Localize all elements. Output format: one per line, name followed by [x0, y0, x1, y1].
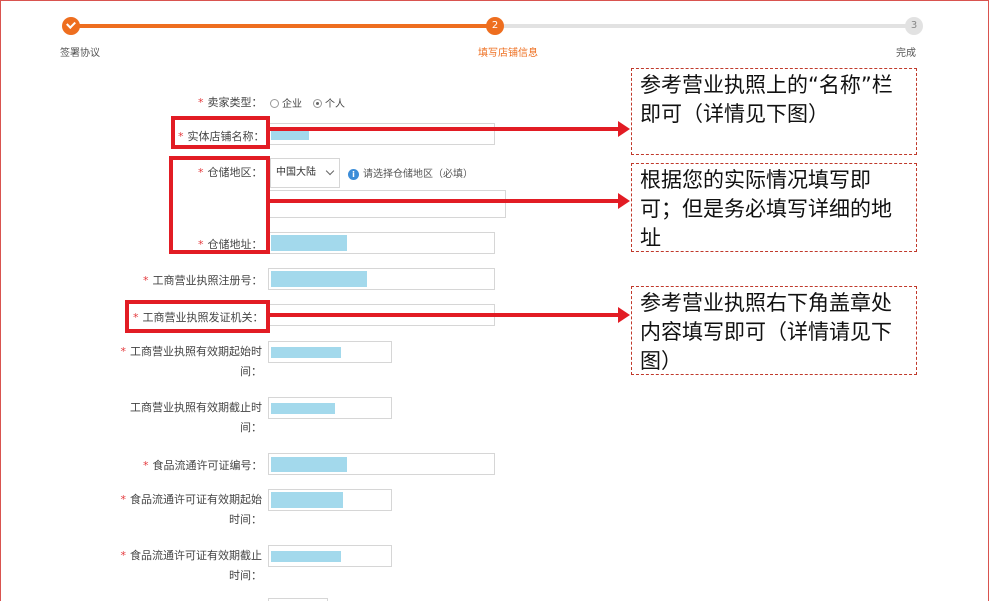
- license-number-input[interactable]: [268, 268, 495, 290]
- redacted-value: [271, 235, 347, 251]
- progress-track-done: [71, 24, 494, 28]
- step-1-check-icon: [62, 17, 80, 35]
- redacted-value: [271, 271, 367, 287]
- info-icon: i: [348, 169, 359, 180]
- food-permit-start-label: * 食品流通许可证有效期起始时间：: [120, 493, 263, 526]
- step-3-dot: 3: [905, 17, 923, 35]
- warehouse-region-hint: i 请选择仓储地区（必填）: [348, 165, 473, 180]
- redacted-value: [271, 457, 347, 472]
- radio-checked-icon: [313, 99, 322, 108]
- food-permit-number-input[interactable]: [268, 453, 495, 475]
- annotation-box-warehouse: [169, 156, 270, 254]
- annotation-note-store-name: 参考营业执照上的“名称”栏即可（详情见下图）: [631, 68, 917, 155]
- food-permit-number-label: * 食品流通许可证编号：: [143, 459, 263, 472]
- food-permit-end-label: * 食品流通许可证有效期截止时间：: [120, 549, 263, 582]
- radio-enterprise[interactable]: 企业: [270, 95, 302, 110]
- annotation-arrow-3: [268, 307, 630, 323]
- radio-individual[interactable]: 个人: [313, 95, 345, 110]
- redacted-value: [271, 403, 335, 414]
- progress-track-todo: [494, 24, 912, 28]
- annotation-note-warehouse: 根据您的实际情况填写即可；但是务必填写详细的地址: [631, 163, 917, 252]
- license-start-input[interactable]: [268, 341, 392, 363]
- food-permit-end-input[interactable]: [268, 545, 392, 567]
- annotation-arrow-1: [268, 121, 630, 137]
- warehouse-address-input[interactable]: [268, 232, 495, 254]
- step-2-label: 填写店铺信息: [478, 48, 538, 59]
- annotation-note-authority: 参考营业执照右下角盖章处内容填写即可（详情请见下图）: [631, 286, 917, 375]
- annotation-box-store-name: [171, 116, 270, 149]
- license-end-label: 工商营业执照有效期截止时间：: [130, 401, 262, 434]
- redacted-value: [271, 551, 341, 562]
- warehouse-region-select[interactable]: 中国大陆: [270, 158, 340, 188]
- step-2-dot: 2: [486, 17, 504, 35]
- step-1-label: 签署协议: [60, 48, 100, 59]
- license-number-label: * 工商营业执照注册号：: [143, 274, 263, 287]
- annotation-arrow-2: [268, 193, 630, 209]
- radio-circle-icon: [270, 99, 279, 108]
- food-permit-start-input[interactable]: [268, 489, 392, 511]
- chevron-down-icon: [325, 166, 335, 176]
- redacted-value: [271, 347, 341, 358]
- redacted-value: [271, 492, 343, 508]
- license-start-label: * 工商营业执照有效期起始时间：: [120, 345, 263, 378]
- license-end-input[interactable]: [268, 397, 392, 419]
- seller-type-label: * 卖家类型：: [198, 96, 263, 109]
- step-3-label: 完成: [896, 48, 916, 59]
- warehouse-region-detail-input[interactable]: [268, 190, 506, 218]
- annotation-box-authority: [125, 300, 270, 333]
